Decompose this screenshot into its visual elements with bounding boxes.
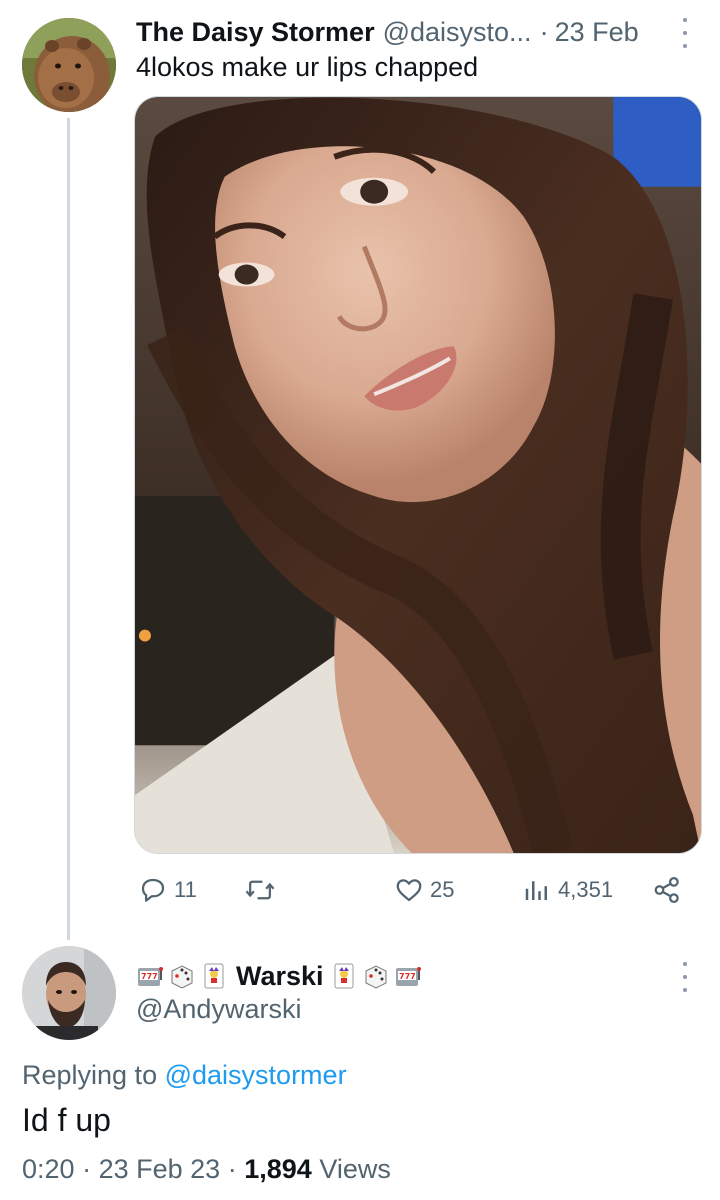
reply-author-name-row[interactable]: 777 Warski 777: [136, 956, 426, 996]
slot-machine-emoji-icon: 777: [394, 962, 422, 990]
reply-date[interactable]: 23 Feb 23: [99, 1154, 221, 1184]
selfie-photo-icon: [135, 97, 701, 853]
reply-icon: [141, 878, 165, 902]
reply-text: Id f up: [22, 1102, 111, 1138]
reply-meta-row: 0:20 · 23 Feb 23 · 1,894 Views: [22, 1154, 391, 1185]
reply-count: 11: [174, 877, 197, 902]
author-avatar[interactable]: [22, 18, 116, 112]
meta-separator: ·: [82, 1154, 92, 1184]
joker-card-emoji-icon: [200, 962, 228, 990]
tweet-action-bar: 11 25 4,351: [134, 868, 694, 912]
meta-separator: ·: [227, 1154, 237, 1184]
tweet-thread: The Daisy Stormer @daisysto... · 23 Feb …: [0, 0, 720, 1200]
reply-more-options-icon[interactable]: [674, 962, 696, 992]
replying-to-mention-link[interactable]: @daisystormer: [165, 1060, 347, 1090]
reply-author-handle[interactable]: @Andywarski: [136, 994, 301, 1025]
retweet-icon: [245, 880, 275, 900]
replying-to-line: Replying to @daisystormer: [22, 1060, 347, 1091]
share-icon: [654, 877, 679, 903]
replying-to-prefix: Replying to: [22, 1060, 158, 1090]
header-separator: ·: [539, 16, 549, 47]
more-options-icon[interactable]: [674, 18, 696, 48]
slot-machine-emoji-icon: 777: [136, 962, 164, 990]
author-display-name[interactable]: The Daisy Stormer: [136, 17, 375, 48]
retweet-button[interactable]: [244, 868, 282, 912]
reply-author-avatar[interactable]: [22, 946, 116, 1040]
man-avatar-icon: [22, 946, 116, 1040]
dice-emoji-icon: [362, 962, 390, 990]
tweet-date[interactable]: 23 Feb: [555, 17, 639, 48]
views-button[interactable]: 4,351: [522, 868, 613, 912]
joker-card-emoji-icon: [330, 962, 358, 990]
share-button[interactable]: [652, 868, 682, 912]
like-button[interactable]: 25: [394, 868, 454, 912]
views-count: 4,351: [558, 877, 614, 902]
analytics-icon: [525, 881, 547, 900]
capybara-avatar-icon: [22, 18, 116, 112]
reply-views-count[interactable]: 1,894: [244, 1154, 312, 1184]
tweet-photo[interactable]: [134, 96, 702, 854]
heart-icon: [396, 879, 422, 902]
thread-connector-line: [67, 118, 70, 940]
reply-author-display-name[interactable]: Warski: [236, 961, 324, 992]
tweet-text: 4lokos make ur lips chapped: [136, 52, 479, 82]
dice-emoji-icon: [168, 962, 196, 990]
author-handle[interactable]: @daisysto...: [383, 17, 532, 48]
reply-views-label: Views: [319, 1154, 391, 1184]
reply-time[interactable]: 0:20: [22, 1154, 75, 1184]
svg-text:777: 777: [399, 972, 416, 981]
tweet-header: The Daisy Stormer @daisysto... · 23 Feb: [136, 12, 706, 52]
like-count: 25: [430, 877, 455, 902]
reply-button[interactable]: 11: [138, 868, 197, 912]
svg-text:777: 777: [141, 972, 158, 981]
